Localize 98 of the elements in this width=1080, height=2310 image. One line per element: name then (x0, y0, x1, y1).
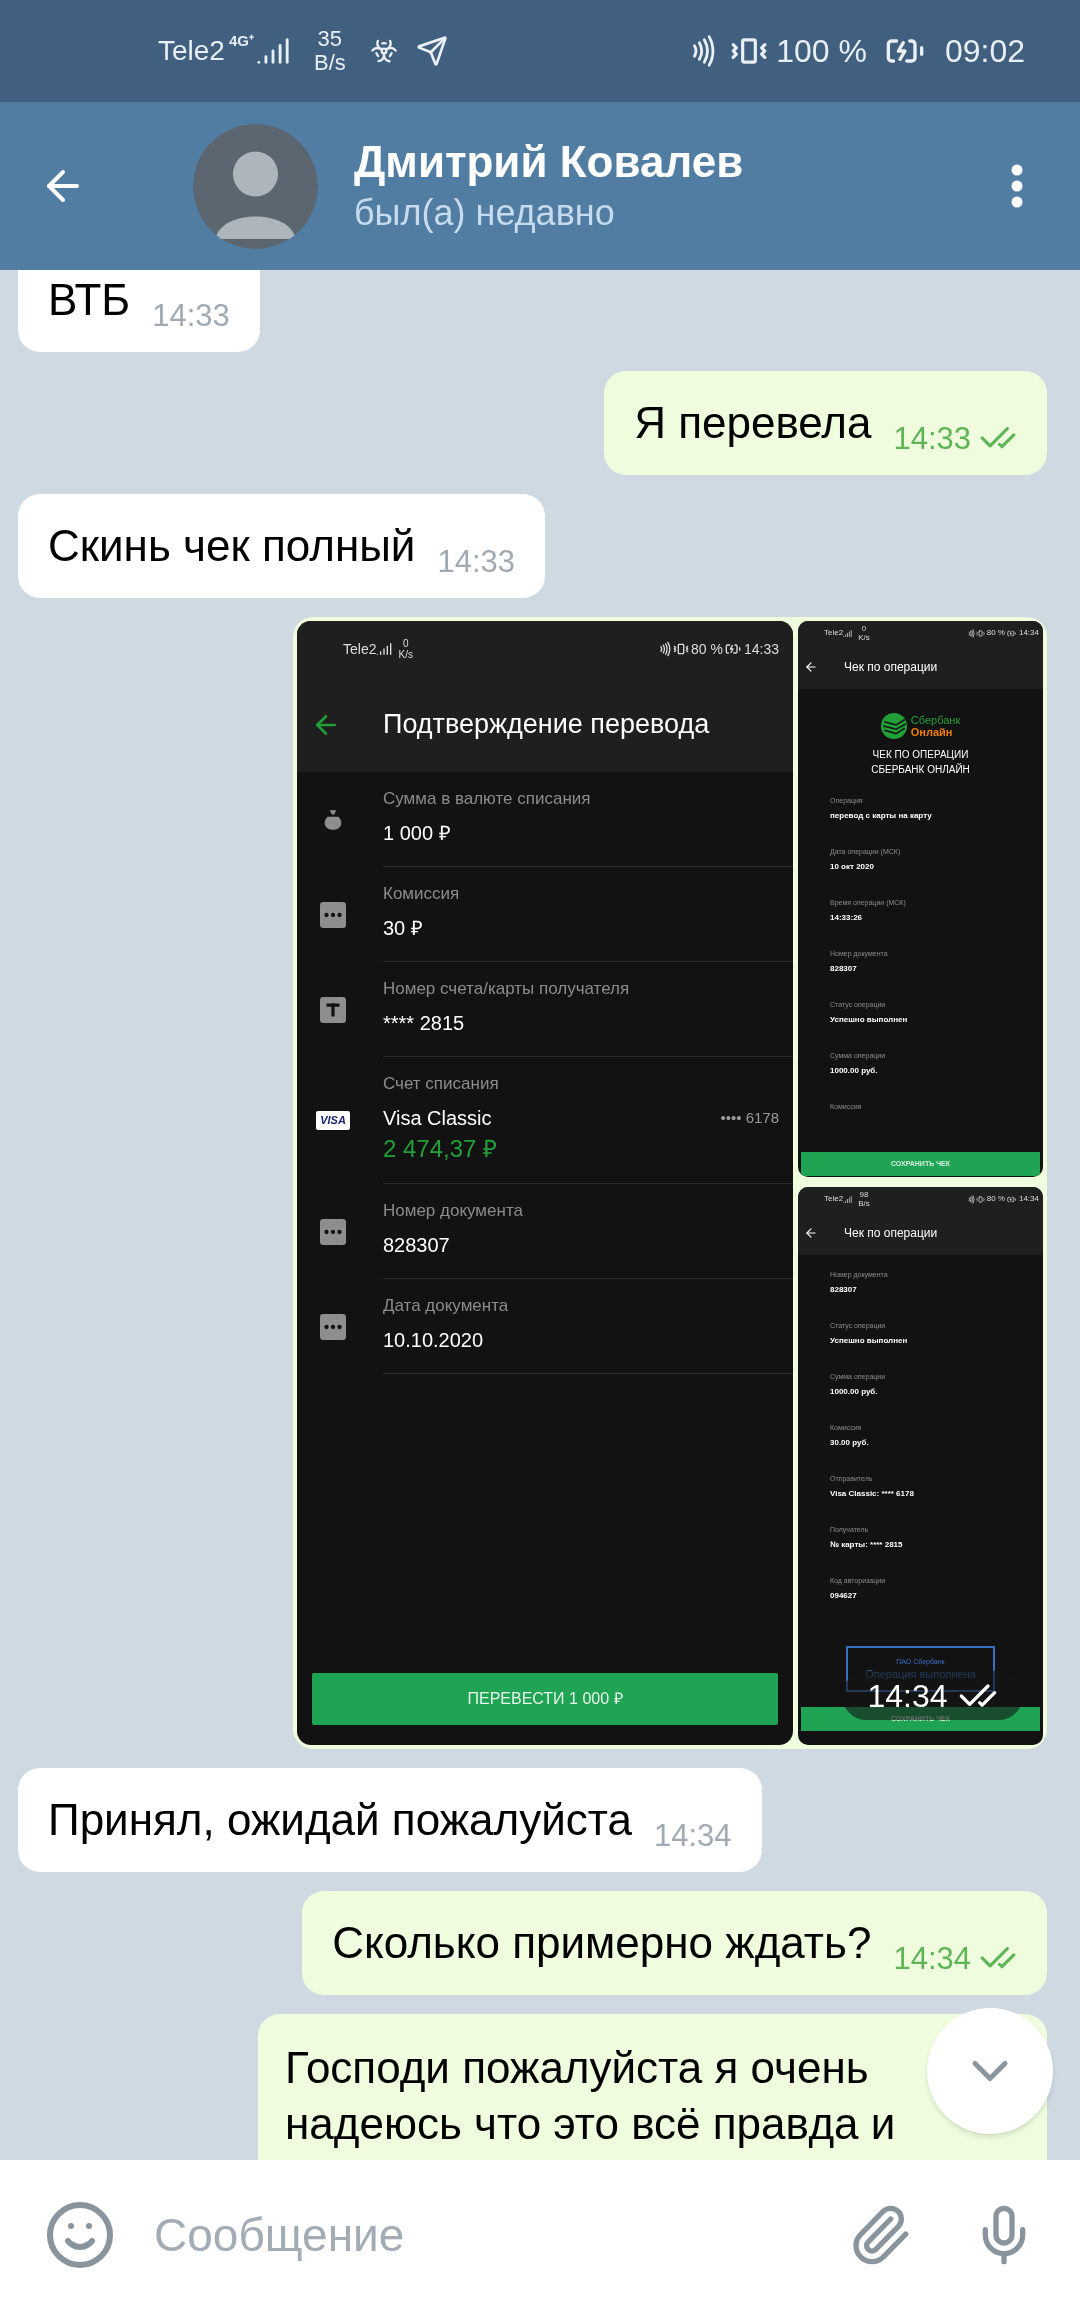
vibrate-icon (975, 1194, 985, 1204)
field-value: 828307 (830, 1284, 858, 1296)
message-text: надеюсь что это всё правда и (285, 2098, 896, 2150)
nfc-icon (966, 1194, 976, 1204)
battery-icon (1006, 1194, 1016, 1204)
battery-percent: 80 % (986, 1193, 1005, 1205)
screen-title: Чек по операции (844, 1225, 938, 1242)
field-value: 1000.00 руб. (830, 1386, 879, 1398)
message-time: 14:34 (653, 1818, 732, 1854)
message-time: 14:33 (893, 421, 971, 457)
last-seen: был(а) недавно (354, 191, 616, 235)
signal-icon (843, 1194, 853, 1204)
field-label: Сумма в валюте списания (383, 788, 592, 810)
message-text: Я перевела (634, 397, 872, 449)
speed-unit: K/s (398, 649, 413, 660)
message-text: Скинь чек полный (48, 520, 416, 572)
screen-title: Чек по операции (844, 659, 938, 676)
carrier-label: Tele2 (343, 639, 377, 659)
field-value: 30 ₽ (383, 916, 423, 941)
field-value: перевод с карты на карту (830, 810, 933, 822)
card-logo: VISA (316, 1111, 350, 1130)
field-value: 14:33:26 (830, 912, 864, 924)
signal-icon (376, 641, 393, 657)
screenshot[interactable] (297, 621, 793, 1745)
field-value: № карты: **** 2815 (830, 1539, 904, 1551)
text-icon (320, 996, 346, 1023)
screenshot[interactable] (798, 1187, 1043, 1745)
stamp-text: Операция выполнена (865, 1667, 976, 1681)
field-label: Номер счета/карты получателя (383, 978, 631, 1000)
field-value: 828307 (830, 963, 858, 975)
speed-value: 98 (859, 1190, 869, 1199)
more-icon (320, 901, 346, 928)
more-icon (320, 1218, 346, 1245)
field-label: Номер документа (383, 1200, 524, 1222)
field-value: 10.10.2020 (383, 1328, 484, 1353)
message-time: 14:34 (893, 1941, 971, 1977)
paper-plane-icon (415, 35, 448, 67)
message-text: Господи пожалуйста я очень (285, 2042, 869, 2094)
field-value: Visa Classic: **** 6178 (830, 1488, 915, 1500)
field-value: 828307 (383, 1233, 450, 1258)
more-icon (320, 1313, 346, 1340)
field-value: Visa Classic (383, 1106, 492, 1131)
contact-name: Дмитрий Ковалев (354, 136, 744, 188)
carrier-label: Tele2 (824, 627, 844, 639)
message-time: 14:33 (152, 298, 230, 334)
speed-value: 35 (317, 27, 343, 51)
receipt-heading: СБЕРБАНК ОНЛАЙН (871, 762, 970, 777)
avatar[interactable] (193, 123, 318, 249)
battery-icon (1006, 628, 1016, 638)
menu-icon (1011, 164, 1023, 208)
logo-text: Онлайн (910, 726, 954, 738)
field-value: 1 000 ₽ (383, 821, 451, 846)
vibrate-icon (975, 628, 985, 638)
carrier-label: Tele2 (824, 1193, 844, 1205)
field-value: 094627 (830, 1590, 858, 1602)
field-value: **** 2815 (383, 1011, 465, 1036)
field-label: Счет списания (383, 1073, 500, 1095)
field-value: 30.00 руб. (830, 1437, 870, 1449)
field-value: Успешно выполнен (830, 1335, 909, 1347)
speed-unit: B/s (858, 1199, 870, 1208)
hazard-icon (369, 37, 398, 65)
bank-logo-icon (880, 713, 907, 739)
clock: 14:34 (1018, 627, 1039, 639)
network-label: 4G⁺ (228, 31, 254, 51)
speed-value: 0 (402, 638, 409, 649)
clock: 09:02 (944, 32, 1025, 71)
logo-text: Сбербанк (910, 714, 961, 726)
field-value: 10 окт 2020 (830, 861, 875, 873)
battery-percent: 80 % (986, 627, 1005, 639)
message-time: 14:33 (437, 544, 515, 580)
field-value: 1000.00 руб. (830, 1065, 879, 1077)
message-text: Сколько примерно ждать? (332, 1917, 872, 1969)
transfer-button[interactable]: ПЕРЕВЕСТИ 1 000 ₽ (312, 1673, 778, 1725)
signal-icon (843, 628, 853, 638)
field-value: Успешно выполнен (830, 1014, 909, 1026)
screenshot[interactable] (798, 621, 1043, 1177)
nfc-icon (966, 628, 976, 638)
card-balance: 2 474,37 ₽ (383, 1134, 499, 1164)
field-label: Комиссия (383, 883, 461, 905)
screen-title: Подтверждение перевода (383, 708, 710, 742)
receipt-heading: ЧЕК ПО ОПЕРАЦИИ (872, 748, 969, 762)
battery-icon (724, 641, 741, 657)
clock: 14:34 (1018, 1193, 1039, 1205)
speed-unit: K/s (858, 633, 870, 642)
back-arrow-icon (804, 1226, 818, 1240)
message-field[interactable]: Сообщение (154, 2200, 848, 2270)
card-number: •••• 6178 (720, 1107, 779, 1128)
battery-percent: 80 % (691, 639, 723, 659)
carrier-label: Tele2 (158, 34, 225, 68)
vibrate-icon (673, 641, 690, 657)
field-label: Дата документа (383, 1295, 510, 1317)
speed-value: 0 (861, 624, 867, 633)
message-text: Принял, ожидай пожалуйста (48, 1794, 632, 1846)
emoji-icon[interactable] (44, 2199, 116, 2271)
battery-percent: 100 % (776, 32, 867, 71)
clock: 14:33 (743, 639, 779, 659)
speed-unit: B/s (313, 51, 346, 75)
message-text: ВТБ (48, 274, 131, 326)
